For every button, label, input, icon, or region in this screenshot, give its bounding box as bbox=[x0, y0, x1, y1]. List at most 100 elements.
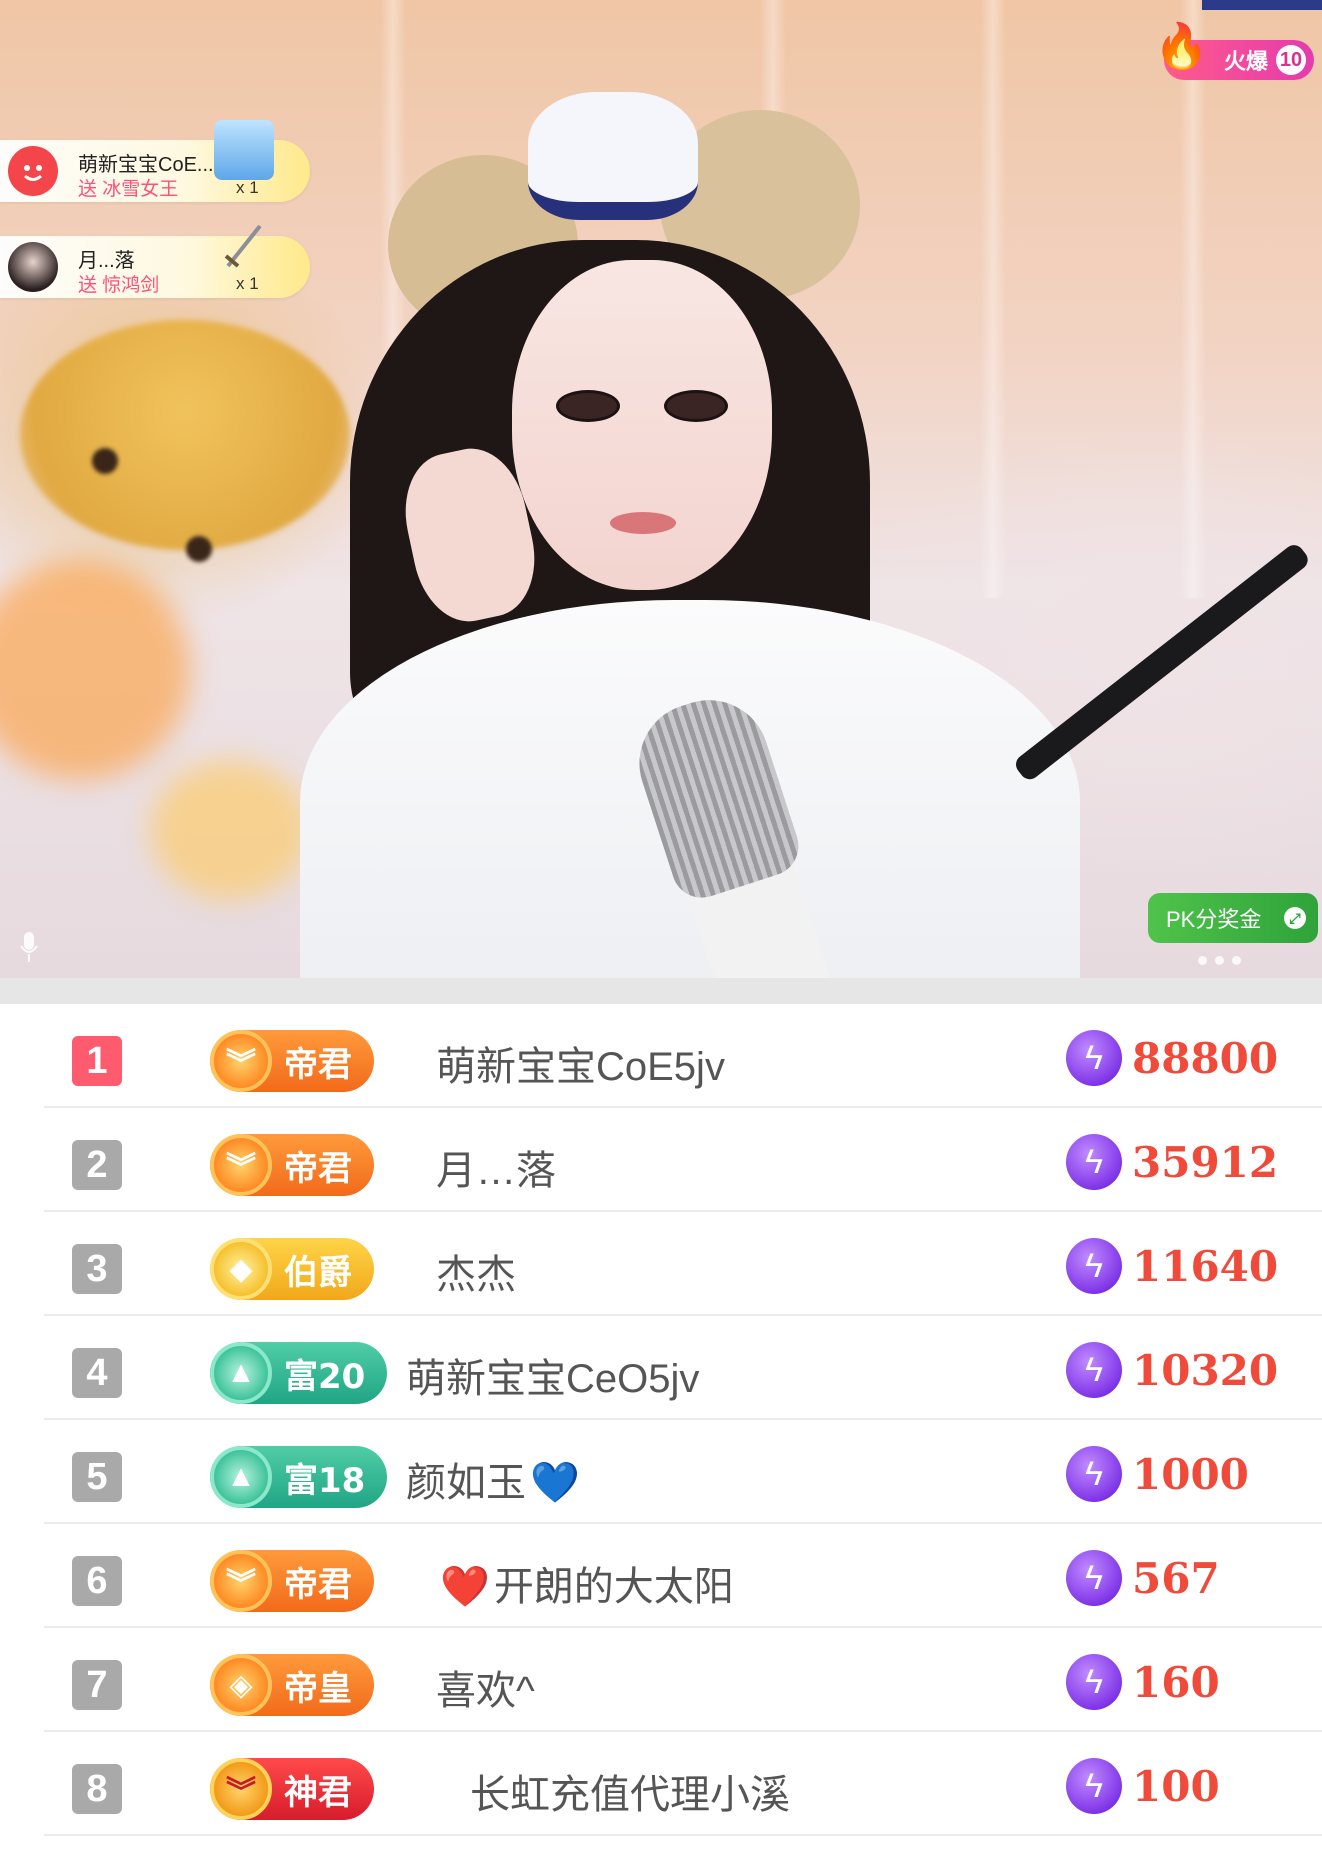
user-name-text: 萌新宝宝CoE5jv bbox=[436, 1045, 725, 1089]
curtain-fold bbox=[1180, 0, 1206, 598]
user-name-text: 颜如玉 bbox=[406, 1461, 526, 1505]
rank-number: 4 bbox=[72, 1348, 122, 1398]
section-divider bbox=[0, 978, 1322, 1004]
user-name[interactable]: 萌新宝宝CeO5jv bbox=[406, 1346, 699, 1404]
gift-action: 送 惊鸿剑 bbox=[78, 275, 160, 296]
page-dot bbox=[1215, 956, 1224, 965]
ice-queen-gift-icon bbox=[214, 120, 274, 180]
gift-count: x 1 bbox=[236, 274, 259, 293]
user-name-text: 月…落 bbox=[436, 1149, 556, 1193]
gift-notification: 月...落 送 惊鸿剑 x 1 bbox=[0, 224, 310, 298]
score-value: 11640 bbox=[1132, 1241, 1279, 1291]
user-name-text: 杰杰 bbox=[436, 1253, 516, 1297]
leaderboard-row[interactable]: 3 ◆ 伯爵 杰杰 ϟ 11640 bbox=[0, 1212, 1322, 1316]
hot-badge[interactable]: 🔥 火爆 10 bbox=[1154, 22, 1314, 80]
gift-notification: 萌新宝宝CoE... 送 冰雪女王 x 1 bbox=[0, 120, 310, 202]
leaderboard-row[interactable]: 2 ︾ 帝君 月…落 ϟ 35912 bbox=[0, 1108, 1322, 1212]
plush-eye bbox=[92, 448, 118, 474]
expand-icon: ⤢ bbox=[1284, 907, 1306, 929]
leaderboard-row[interactable]: 4 ▲ 富20 萌新宝宝CeO5jv ϟ 10320 bbox=[0, 1316, 1322, 1420]
contribution-score: ϟ 35912 bbox=[1066, 1134, 1278, 1190]
user-name-text: 萌新宝宝CeO5jv bbox=[406, 1357, 700, 1401]
streamer-face bbox=[512, 260, 772, 590]
contribution-score: ϟ 567 bbox=[1066, 1550, 1220, 1606]
badge-label: 帝君 bbox=[284, 1148, 352, 1189]
badge-label: 帝君 bbox=[284, 1564, 352, 1605]
level-badge: ︾ 神君 bbox=[210, 1758, 374, 1820]
lightning-bolt-icon: ϟ bbox=[1066, 1238, 1122, 1294]
user-name[interactable]: ❤️ 开朗的大太阳 bbox=[436, 1554, 734, 1612]
gift-sender: 萌新宝宝CoE... bbox=[78, 154, 214, 176]
live-video-frame[interactable]: 🔥 火爆 10 萌新宝宝CoE... 送 冰雪女王 x 1 月...落 送 惊鸿… bbox=[0, 0, 1322, 978]
score-value: 567 bbox=[1132, 1553, 1220, 1603]
level-badge: ▲ 富20 bbox=[210, 1342, 388, 1404]
contribution-score: ϟ 160 bbox=[1066, 1654, 1220, 1710]
badge-label: 富18 bbox=[284, 1460, 366, 1501]
user-name[interactable]: 月…落 bbox=[436, 1138, 556, 1196]
user-name[interactable]: 萌新宝宝CoE5jv bbox=[436, 1034, 725, 1092]
contribution-score: ϟ 100 bbox=[1066, 1758, 1220, 1814]
triangle-emblem-icon: ▲ bbox=[210, 1342, 272, 1404]
user-name[interactable]: 喜欢^ bbox=[436, 1658, 535, 1716]
rank-number: 5 bbox=[72, 1452, 122, 1502]
flame-icon: 🔥 bbox=[1154, 22, 1209, 71]
contribution-score: ϟ 10320 bbox=[1066, 1342, 1278, 1398]
contribution-score: ϟ 11640 bbox=[1066, 1238, 1278, 1294]
badge-label: 神君 bbox=[284, 1772, 352, 1813]
leaderboard-row[interactable]: 1 ︾ 帝君 萌新宝宝CoE5jv ϟ 88800 bbox=[0, 1004, 1322, 1108]
score-value: 88800 bbox=[1132, 1033, 1279, 1083]
contribution-leaderboard: 1 ︾ 帝君 萌新宝宝CoE5jv ϟ 88800 2 ︾ 帝君 月…落 ϟ 35912 3 ◆ 伯爵 杰杰 ϟ… bbox=[0, 1004, 1322, 1836]
eye-right bbox=[664, 390, 728, 422]
chevron-emblem-icon: ︾ bbox=[210, 1030, 272, 1092]
score-value: 100 bbox=[1132, 1761, 1220, 1811]
contribution-score: ϟ 1000 bbox=[1066, 1446, 1249, 1502]
chevron-emblem-icon: ︾ bbox=[210, 1134, 272, 1196]
pk-bonus-button[interactable]: PK分奖金 ⤢ bbox=[1148, 893, 1318, 943]
diamond-emblem-icon: ◆ bbox=[210, 1238, 272, 1300]
page-dot bbox=[1198, 956, 1207, 965]
lightning-bolt-icon: ϟ bbox=[1066, 1550, 1122, 1606]
badge-label: 富20 bbox=[284, 1356, 366, 1397]
rank-number: 3 bbox=[72, 1244, 122, 1294]
user-name-text: 长虹充值代理小溪 bbox=[470, 1773, 790, 1817]
user-name[interactable]: 杰杰 bbox=[436, 1242, 516, 1300]
hot-label: 火爆 bbox=[1223, 49, 1268, 74]
score-value: 35912 bbox=[1132, 1137, 1279, 1187]
triangle-emblem-icon: ▲ bbox=[210, 1446, 272, 1508]
rank-number: 7 bbox=[72, 1660, 122, 1710]
leaderboard-row[interactable]: 7 ◈ 帝皇 喜欢^ ϟ 160 bbox=[0, 1628, 1322, 1732]
leaderboard-row[interactable]: 8 ︾ 神君 长虹充值代理小溪 ϟ 100 bbox=[0, 1732, 1322, 1836]
rank-number: 1 bbox=[72, 1036, 122, 1086]
microphone-icon[interactable] bbox=[18, 930, 40, 964]
sword-gift-icon bbox=[214, 216, 274, 276]
blue-heart-icon: 💙 bbox=[530, 1461, 580, 1505]
badge-label: 帝君 bbox=[284, 1044, 352, 1085]
girl-photo-avatar-icon bbox=[8, 242, 58, 292]
curtain-fold bbox=[980, 0, 1006, 598]
gift-count: x 1 bbox=[236, 178, 259, 197]
red-smile-avatar-icon bbox=[8, 146, 58, 196]
user-name[interactable]: 长虹充值代理小溪 bbox=[470, 1762, 790, 1820]
top-status-strip bbox=[1202, 0, 1322, 10]
gift-action: 送 冰雪女王 bbox=[78, 179, 179, 200]
leaderboard-row[interactable]: 5 ▲ 富18 颜如玉 💙 ϟ 1000 bbox=[0, 1420, 1322, 1524]
score-value: 10320 bbox=[1132, 1345, 1279, 1395]
plush-eye bbox=[186, 536, 212, 562]
lips bbox=[610, 512, 676, 534]
level-badge: ◈ 帝皇 bbox=[210, 1654, 374, 1716]
level-badge: ︾ 帝君 bbox=[210, 1550, 374, 1612]
lightning-bolt-icon: ϟ bbox=[1066, 1342, 1122, 1398]
mic-boom-arm bbox=[1011, 541, 1312, 784]
page-dot bbox=[1232, 956, 1241, 965]
level-badge: ︾ 帝君 bbox=[210, 1030, 374, 1092]
lightning-bolt-icon: ϟ bbox=[1066, 1030, 1122, 1086]
hot-number: 10 bbox=[1276, 45, 1306, 75]
user-name-text: 开朗的大太阳 bbox=[493, 1565, 734, 1609]
level-badge: ︾ 帝君 bbox=[210, 1134, 374, 1196]
leaderboard-row[interactable]: 6 ︾ 帝君 ❤️ 开朗的大太阳 ϟ 567 bbox=[0, 1524, 1322, 1628]
eye-left bbox=[556, 390, 620, 422]
red-heart-icon: ❤️ bbox=[440, 1565, 490, 1609]
bokeh-light bbox=[0, 560, 190, 780]
badge-label: 伯爵 bbox=[284, 1252, 352, 1293]
user-name[interactable]: 颜如玉 💙 bbox=[406, 1450, 584, 1508]
